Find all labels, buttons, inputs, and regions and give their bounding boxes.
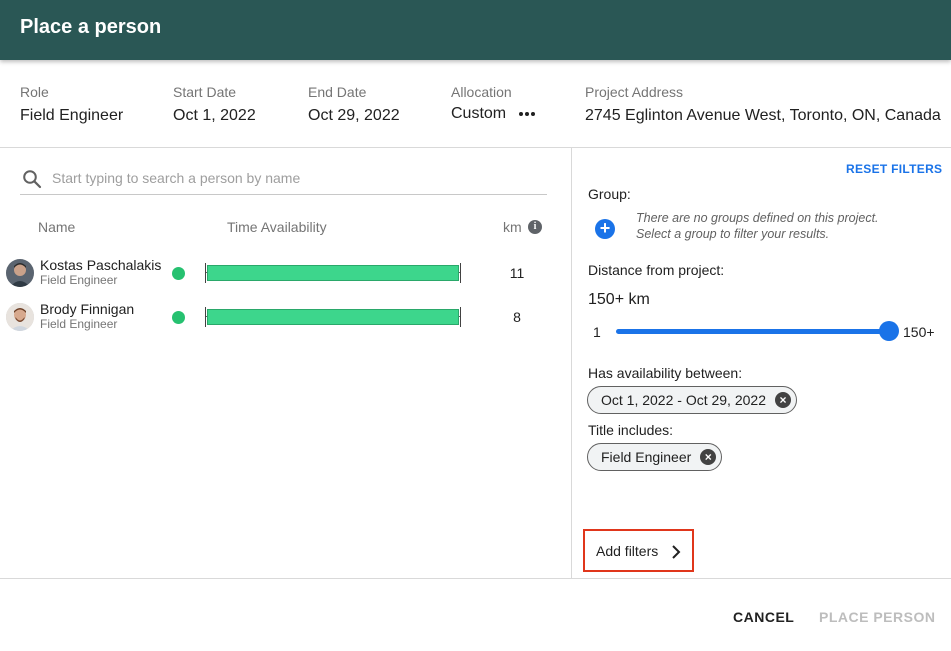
allocation-value: Custom [451,105,507,123]
title-filter-label: Title includes: [588,422,674,438]
person-name: Kostas Paschalakis [40,257,162,273]
start-date-field: Start Date Oct 1, 2022 [173,84,256,125]
add-filters-label: Add filters [596,543,659,559]
distance-label: Distance from project: [588,262,725,278]
footer-divider [0,578,951,579]
column-header-name[interactable]: Name [38,219,75,235]
column-header-availability[interactable]: Time Availability [227,219,327,235]
no-groups-message: There are no groups defined on this proj… [636,210,936,242]
project-address-field: Project Address 2745 Eglinton Avenue Wes… [585,84,941,125]
allocation-value-row: Custom [451,105,537,123]
person-name: Brody Finnigan [40,301,135,317]
distance-km: 11 [509,265,525,281]
search-icon [23,170,42,189]
availability-filter-chip: Oct 1, 2022 - Oct 29, 2022 × [587,386,797,414]
close-icon[interactable]: × [775,392,791,408]
availability-status-dot [172,267,185,280]
allocation-label: Allocation [451,84,512,100]
availability-bar [205,263,461,283]
start-date-label: Start Date [173,84,237,100]
place-person-dialog: Place a person Role Field Engineer Start… [0,0,951,651]
search-input[interactable] [52,168,532,188]
reset-filters-button[interactable]: RESET FILTERS [846,162,942,176]
dialog-header: Place a person [0,0,951,60]
end-date-label: End Date [308,84,367,100]
distance-value: 150+ km [588,291,650,308]
title-filter-chip: Field Engineer × [587,443,723,471]
availability-chip-label: Oct 1, 2022 - Oct 29, 2022 [601,392,766,408]
person-row[interactable]: Kostas Paschalakis Field Engineer 11 [0,253,560,293]
chevron-right-icon [672,545,681,559]
start-date-value: Oct 1, 2022 [173,107,256,124]
role-label: Role [20,84,49,100]
role-value: Field Engineer [20,107,124,124]
availability-bar [205,307,461,327]
summary-divider [0,147,951,148]
avatar [6,303,34,331]
project-address-value: 2745 Eglinton Avenue West, Toronto, ON, … [585,107,941,124]
person-row[interactable]: Brody Finnigan Field Engineer 8 [0,297,560,337]
cancel-button[interactable]: CANCEL [733,609,794,625]
slider-min-label: 1 [593,324,601,340]
end-date-field: End Date Oct 29, 2022 [308,84,400,125]
no-groups-line-1: There are no groups defined on this proj… [636,211,879,225]
avatar [6,259,34,287]
panel-divider [571,148,572,578]
no-groups-line-2: Select a group to filter your results. [636,227,830,241]
close-icon[interactable]: × [700,449,717,465]
plus-icon[interactable]: + [595,219,615,239]
distance-slider-track[interactable] [616,329,890,334]
slider-max-label: 150+ [903,324,935,340]
place-person-button[interactable]: PLACE PERSON [819,609,935,625]
more-horizontal-icon[interactable] [518,105,537,123]
add-filters-button[interactable]: Add filters [583,529,694,572]
person-search [20,164,547,195]
end-date-value: Oct 29, 2022 [308,107,400,124]
distance-slider-thumb[interactable] [879,321,899,341]
project-address-label: Project Address [585,84,684,100]
availability-filter-label: Has availability between: [588,365,743,381]
person-title: Field Engineer [40,317,118,331]
group-label: Group: [588,186,631,202]
title-chip-label: Field Engineer [601,449,692,465]
allocation-field: Allocation Custom [451,84,537,123]
person-title: Field Engineer [40,273,118,287]
availability-status-dot [172,311,185,324]
dialog-title: Place a person [20,16,162,38]
distance-km: 8 [513,309,521,325]
column-header-km[interactable]: km [503,219,522,235]
info-icon[interactable]: i [528,220,542,234]
role-field: Role Field Engineer [20,84,123,125]
